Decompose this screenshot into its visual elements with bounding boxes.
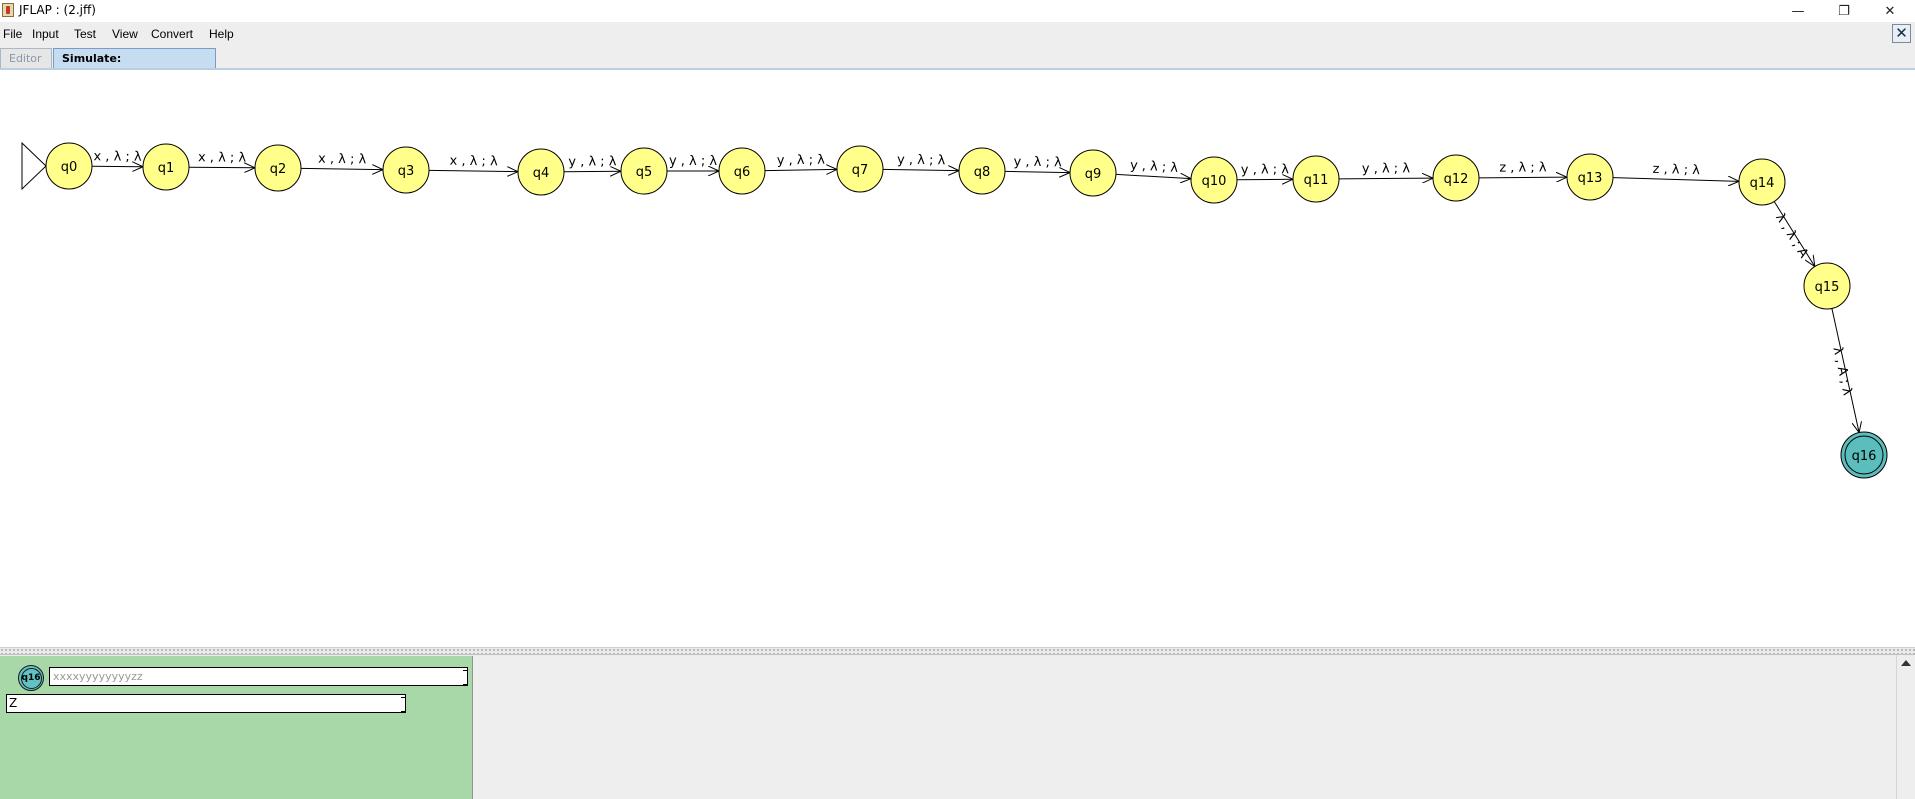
- transition-label: λ , λ ; A: [1772, 211, 1811, 261]
- transition-label: y , λ ; λ: [1130, 158, 1179, 176]
- minimize-button[interactable]: —: [1775, 0, 1821, 22]
- close-tab-button[interactable]: ✕: [1892, 24, 1911, 43]
- state-label: q8: [974, 165, 991, 180]
- menu-input[interactable]: Input: [32, 27, 59, 41]
- state-label: q14: [1750, 176, 1775, 191]
- state-label: q4: [533, 166, 550, 181]
- title-bar: JFLAP : (2.jff) — ❐ ✕: [0, 0, 1915, 22]
- state-label: q15: [1815, 280, 1840, 295]
- tab-bar: Editor Simulate: xxxxyyyyyyyyzz: [0, 46, 1915, 85]
- state-q11[interactable]: q11: [1292, 155, 1340, 203]
- state-q3[interactable]: q3: [382, 146, 430, 194]
- maximize-button[interactable]: ❐: [1821, 0, 1867, 22]
- transition-label: z , λ ; λ: [1499, 160, 1547, 175]
- menu-convert[interactable]: Convert: [151, 27, 193, 41]
- state-q10[interactable]: q10: [1190, 156, 1238, 204]
- transition-label: x , λ ; λ: [449, 154, 498, 170]
- state-q14[interactable]: q14: [1738, 158, 1786, 206]
- menu-help[interactable]: Help: [209, 27, 234, 41]
- state-label: q2: [270, 162, 287, 177]
- transition-label: y , λ ; λ: [777, 153, 826, 169]
- state-q15[interactable]: q15: [1803, 262, 1851, 310]
- state-label: q7: [852, 163, 869, 178]
- simulator-panel: q16 xxxxyyyyyyyyzz Z: [0, 655, 1915, 799]
- transition-arrow[interactable]: [1236, 179, 1293, 180]
- transition-label: x , λ ; λ: [318, 152, 367, 168]
- transition-arrow[interactable]: [1338, 178, 1433, 179]
- state-label: q9: [1085, 167, 1102, 182]
- menu-view[interactable]: View: [112, 27, 138, 41]
- transition-label: y , λ ; λ: [1013, 155, 1062, 171]
- state-q9[interactable]: q9: [1069, 149, 1117, 197]
- state-label: q6: [734, 165, 751, 180]
- transition-arrow[interactable]: [1478, 177, 1567, 178]
- config-state-icon: q16: [18, 665, 44, 691]
- menu-bar: File Input Test View Convert Help: [0, 22, 1915, 46]
- state-q13[interactable]: q13: [1566, 153, 1614, 201]
- state-q12[interactable]: q12: [1432, 154, 1480, 202]
- configuration-card[interactable]: q16 xxxxyyyyyyyyzz Z: [0, 656, 473, 799]
- transition-label: y , λ ; λ: [897, 153, 946, 169]
- transition-arrow[interactable]: [764, 169, 837, 170]
- config-state-label: q16: [20, 667, 42, 689]
- transition-arrow[interactable]: [300, 168, 383, 169]
- state-q2[interactable]: q2: [254, 144, 302, 192]
- state-label: q3: [398, 164, 415, 179]
- state-label: q12: [1444, 172, 1469, 187]
- transition-label: z , λ ; λ: [1652, 162, 1700, 178]
- transition-arrow[interactable]: [188, 167, 255, 168]
- transition-label: y , λ ; λ: [568, 154, 617, 169]
- state-q1[interactable]: q1: [142, 143, 190, 191]
- tab-simulate[interactable]: Simulate: xxxxyyyyyyyyzz: [53, 48, 216, 85]
- transition-label: y , λ ; λ: [1241, 162, 1290, 177]
- state-label: q10: [1202, 174, 1227, 189]
- scroll-up-arrow-icon[interactable]: [1901, 660, 1911, 666]
- transition-arrow[interactable]: [91, 166, 143, 167]
- state-label: q0: [61, 160, 78, 175]
- transition-arrow[interactable]: [882, 169, 959, 170]
- state-label: q1: [158, 161, 175, 176]
- state-label: q13: [1578, 171, 1603, 186]
- start-state-marker: [21, 141, 47, 191]
- window-title: JFLAP : (2.jff): [19, 3, 96, 17]
- state-q16[interactable]: q16: [1840, 431, 1888, 479]
- state-q0[interactable]: q0: [45, 142, 93, 190]
- close-button[interactable]: ✕: [1867, 0, 1913, 22]
- jflap-app-icon: [2, 3, 14, 17]
- transition-label: x , λ ; λ: [198, 150, 247, 165]
- state-label: q5: [636, 165, 653, 180]
- state-q4[interactable]: q4: [517, 148, 565, 196]
- menu-file[interactable]: File: [3, 27, 22, 41]
- transition-arrow[interactable]: [563, 171, 621, 172]
- config-stack: Z: [6, 694, 406, 713]
- menu-test[interactable]: Test: [74, 27, 96, 41]
- transition-label: y , λ ; λ: [669, 154, 717, 169]
- state-label: q16: [1852, 449, 1877, 464]
- state-label: q11: [1304, 173, 1329, 188]
- state-q7[interactable]: q7: [836, 145, 884, 193]
- state-q8[interactable]: q8: [958, 147, 1006, 195]
- transition-arrow[interactable]: [428, 170, 518, 171]
- tab-editor[interactable]: Editor: [0, 48, 52, 68]
- transition-arrow[interactable]: [1612, 178, 1739, 182]
- split-pane-divider[interactable]: [0, 647, 1915, 655]
- transition-label: y , λ ; λ: [1362, 161, 1411, 176]
- transition-label: x , λ ; λ: [93, 149, 142, 164]
- transition-arrow[interactable]: [1115, 174, 1191, 178]
- transition-label: λ , A ; λ: [1829, 346, 1854, 398]
- transition-arrow[interactable]: [1004, 171, 1070, 172]
- automaton-canvas[interactable]: x , λ ; λ x , λ ; λ x , λ ; λ x , λ ; λ y , …: [0, 72, 1915, 647]
- config-input-tape: xxxxyyyyyyyyzz: [49, 667, 468, 686]
- vertical-scrollbar[interactable]: [1896, 655, 1915, 799]
- automaton-diagram: x , λ ; λ x , λ ; λ x , λ ; λ x , λ ; λ y , …: [21, 141, 1888, 479]
- state-q5[interactable]: q5: [620, 147, 668, 195]
- state-q6[interactable]: q6: [718, 147, 766, 195]
